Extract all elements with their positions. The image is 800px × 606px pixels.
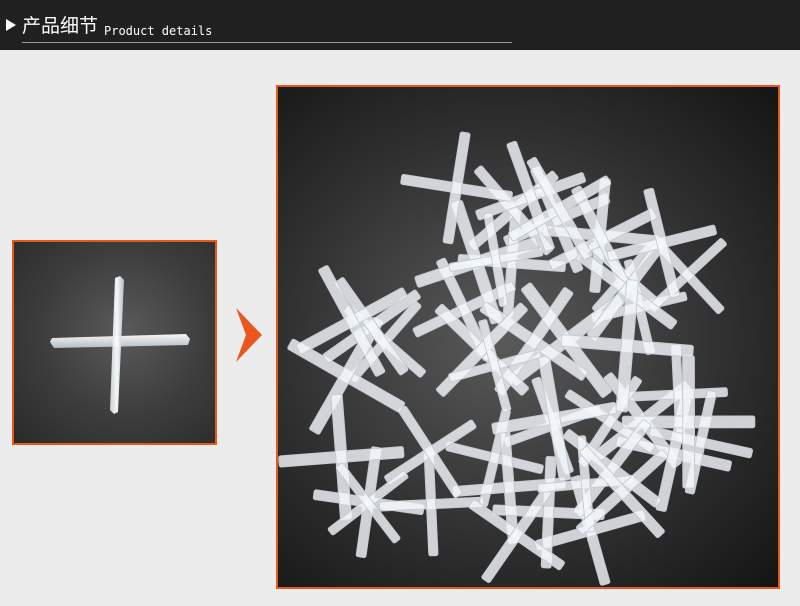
- single-spacer-image: [12, 240, 217, 445]
- section-subtitle: Product details: [104, 24, 213, 38]
- cross-spacer: [400, 131, 513, 245]
- chevron-right-icon: [236, 308, 262, 362]
- section-title: 产品细节: [22, 15, 99, 37]
- section-header: 产品细节 Product details: [0, 0, 800, 50]
- play-arrow-icon: [6, 19, 16, 31]
- cross-spacer-graphic: [50, 276, 190, 414]
- spacer-pile-image: [276, 85, 780, 589]
- spacer-pile-graphic: [278, 131, 756, 586]
- header-underline: [22, 42, 512, 43]
